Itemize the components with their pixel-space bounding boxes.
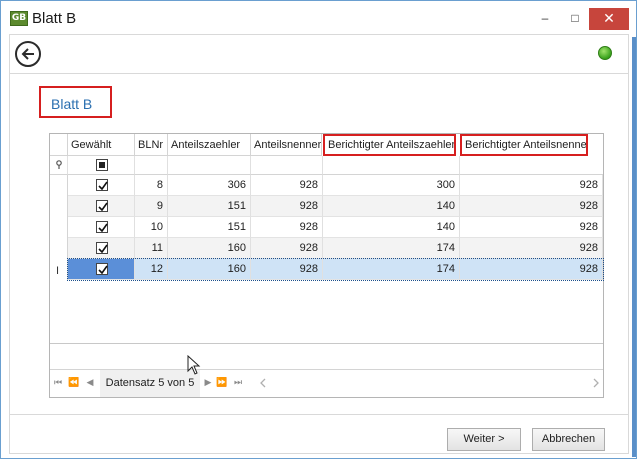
cell-blnr[interactable]: 10 <box>135 217 168 238</box>
checkmark-icon <box>98 265 108 275</box>
scroll-right-icon[interactable] <box>591 376 601 390</box>
filter-cell-anteilsnenner[interactable] <box>251 156 323 175</box>
checkmark-icon <box>98 181 108 191</box>
cell-anteilszaehler[interactable]: 160 <box>168 238 251 259</box>
checkmark-icon <box>98 244 108 254</box>
cell-ber-nenner[interactable]: 928 <box>460 238 603 259</box>
data-grid: Gewählt BLNr Anteilszaehler Anteilsnenne… <box>49 133 604 398</box>
close-button[interactable]: ✕ <box>589 8 629 30</box>
cell-ber-zaehler[interactable]: 174 <box>323 259 460 280</box>
cell-blnr[interactable]: 12 <box>135 259 168 280</box>
first-record-icon[interactable]: ⏮ <box>52 376 64 390</box>
back-button[interactable] <box>15 41 41 67</box>
cancel-button[interactable]: Abbrechen <box>532 428 605 451</box>
navigation-bar <box>9 34 629 74</box>
table-row[interactable]: 10 151 928 140 928 <box>68 217 603 238</box>
filter-cell-anteilszaehler[interactable] <box>168 156 251 175</box>
grid-divider <box>50 343 603 344</box>
filter-cell-gewaehlt[interactable] <box>68 156 135 175</box>
app-window: GB Blatt B – □ ✕ Blatt B Gewählt BLNr An… <box>0 0 637 459</box>
filter-checkbox-indeterminate[interactable] <box>96 159 108 171</box>
column-header-gewaehlt[interactable]: Gewählt <box>68 134 135 156</box>
table-row[interactable]: 12 160 928 174 928 <box>67 258 604 281</box>
next-page-icon[interactable]: ⏩ <box>216 376 228 390</box>
cell-anteilszaehler[interactable]: 151 <box>168 196 251 217</box>
record-navigator: ⏮ ⏪ ◀ Datensatz 5 von 5 ▶ ⏩ ⏭ <box>50 369 603 397</box>
maximize-button[interactable]: □ <box>561 8 589 30</box>
cell-anteilsnenner[interactable]: 928 <box>251 238 323 259</box>
filter-cell-ber-nenner[interactable] <box>460 156 603 175</box>
checkmark-icon <box>98 202 108 212</box>
last-record-icon[interactable]: ⏭ <box>232 376 244 390</box>
cell-ber-zaehler[interactable]: 174 <box>323 238 460 259</box>
cell-anteilsnenner[interactable]: 928 <box>251 217 323 238</box>
column-header-anteilsnenner[interactable]: Anteilsnenner <box>251 134 322 156</box>
scroll-left-icon[interactable] <box>259 376 269 390</box>
column-header-anteilszaehler[interactable]: Anteilszaehler <box>168 134 251 156</box>
cell-gewaehlt[interactable] <box>68 217 135 238</box>
cell-ber-nenner[interactable]: 928 <box>460 259 603 280</box>
minimize-button[interactable]: – <box>531 8 559 30</box>
next-record-icon[interactable]: ▶ <box>202 376 214 390</box>
title-bar[interactable]: GB Blatt B – □ ✕ <box>1 1 636 34</box>
row-checkbox[interactable] <box>96 221 108 233</box>
filter-cell-blnr[interactable] <box>135 156 168 175</box>
cell-ber-zaehler[interactable]: 300 <box>323 175 460 196</box>
cell-anteilsnenner[interactable]: 928 <box>251 175 323 196</box>
cell-anteilszaehler[interactable]: 306 <box>168 175 251 196</box>
cell-gewaehlt[interactable] <box>68 259 135 280</box>
row-checkbox[interactable] <box>96 263 108 275</box>
arrow-left-icon <box>21 48 34 60</box>
filter-cell-ber-zaehler[interactable] <box>323 156 460 175</box>
cell-anteilsnenner[interactable]: 928 <box>251 196 323 217</box>
horizontal-scrollbar[interactable] <box>259 376 604 390</box>
cell-ber-nenner[interactable]: 928 <box>460 217 603 238</box>
status-indicator-icon <box>598 46 612 60</box>
cell-anteilszaehler[interactable]: 160 <box>168 259 251 280</box>
window-title: Blatt B <box>32 10 77 27</box>
cell-blnr[interactable]: 9 <box>135 196 168 217</box>
row-indicator-header <box>50 134 68 156</box>
column-header-berichtigter-anteilsnenner[interactable]: Berichtigter Anteilsnenner <box>460 134 588 156</box>
row-checkbox[interactable] <box>96 242 108 254</box>
footer-bar: Weiter > Abbrechen <box>9 414 629 454</box>
cell-gewaehlt[interactable] <box>68 175 135 196</box>
cell-gewaehlt[interactable] <box>68 196 135 217</box>
cell-anteilszaehler[interactable]: 151 <box>168 217 251 238</box>
next-button[interactable]: Weiter > <box>447 428 521 451</box>
cell-gewaehlt[interactable] <box>68 238 135 259</box>
table-row[interactable]: 11 160 928 174 928 <box>68 238 603 259</box>
previous-record-icon[interactable]: ◀ <box>84 376 96 390</box>
record-counter: Datensatz 5 von 5 <box>100 370 200 397</box>
table-row[interactable]: 9 151 928 140 928 <box>68 196 603 217</box>
window-edge <box>632 37 636 457</box>
cell-blnr[interactable]: 11 <box>135 238 168 259</box>
cell-ber-zaehler[interactable]: 140 <box>323 217 460 238</box>
cell-ber-zaehler[interactable]: 140 <box>323 196 460 217</box>
filter-pin-icon <box>56 160 62 169</box>
column-header-berichtigter-anteilszaehler[interactable]: Berichtigter Anteilszaehler <box>323 134 456 156</box>
cell-anteilsnenner[interactable]: 928 <box>251 259 323 280</box>
app-icon: GB <box>10 11 28 26</box>
cell-blnr[interactable]: 8 <box>135 175 168 196</box>
checkmark-icon <box>98 223 108 233</box>
page-title: Blatt B <box>51 96 93 112</box>
table-row[interactable]: 8 306 928 300 928 <box>68 175 603 196</box>
page-title-highlight: Blatt B <box>39 86 112 118</box>
text-cursor-icon: I <box>56 265 60 277</box>
cell-ber-nenner[interactable]: 928 <box>460 175 603 196</box>
row-checkbox[interactable] <box>96 200 108 212</box>
mouse-pointer-icon <box>187 355 201 375</box>
filter-row-indicator <box>50 156 68 175</box>
row-checkbox[interactable] <box>96 179 108 191</box>
previous-page-icon[interactable]: ⏪ <box>68 376 80 390</box>
cell-ber-nenner[interactable]: 928 <box>460 196 603 217</box>
content-area: Blatt B Gewählt BLNr Anteilszaehler Ante… <box>9 74 629 414</box>
column-header-blnr[interactable]: BLNr <box>135 134 168 156</box>
